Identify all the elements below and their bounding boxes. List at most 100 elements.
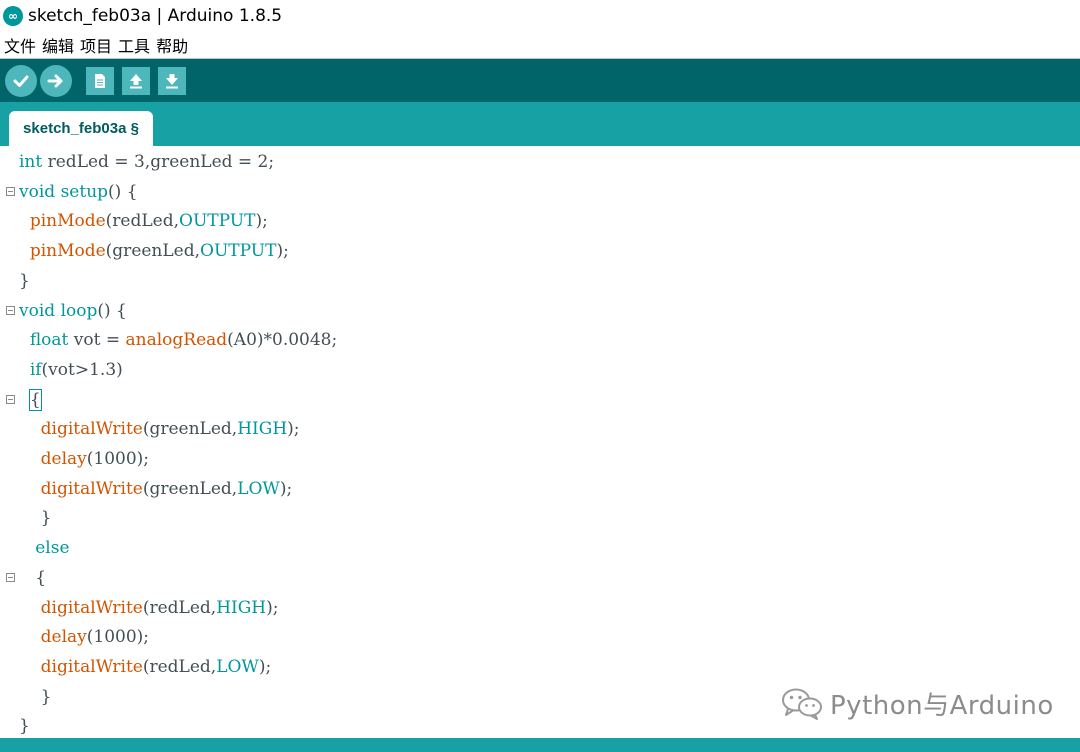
watermark-text: Python与Arduino — [830, 690, 1054, 721]
arduino-logo-icon: ∞ — [3, 6, 23, 26]
menu-sketch[interactable]: 项目 — [80, 33, 112, 57]
code-line[interactable]: float vot = analogRead(A0)*0.0048; — [0, 325, 1080, 355]
code-token: HIGH — [237, 419, 288, 439]
code-token: digitalWrite — [40, 598, 143, 618]
code-text: void loop() { — [19, 296, 127, 326]
code-text: pinMode(greenLed,OUTPUT); — [19, 236, 289, 266]
code-token: () { — [108, 182, 138, 202]
code-token: (greenLed, — [142, 479, 238, 499]
code-token: LOW — [216, 657, 259, 677]
new-icon — [95, 74, 105, 88]
menu-help[interactable]: 帮助 — [156, 33, 188, 57]
code-token: analogRead — [125, 330, 228, 350]
code-token: } — [19, 716, 30, 736]
fold-toggle-icon[interactable] — [6, 306, 15, 315]
code-token: digitalWrite — [40, 657, 143, 677]
menu-file[interactable]: 文件 — [4, 33, 36, 57]
code-line[interactable]: digitalWrite(redLed,HIGH); — [0, 593, 1080, 623]
menu-edit[interactable]: 编辑 — [42, 33, 74, 57]
code-line[interactable]: int redLed = 3,greenLed = 2; — [0, 147, 1080, 177]
code-line[interactable]: { — [0, 385, 1080, 415]
code-line[interactable]: if(vot>1.3) — [0, 355, 1080, 385]
code-token: loop — [60, 301, 98, 321]
code-line[interactable]: delay(1000); — [0, 444, 1080, 474]
fold-toggle-icon[interactable] — [6, 187, 15, 196]
code-token: ); — [258, 657, 272, 677]
code-token: OUTPUT — [200, 241, 277, 261]
code-token: (1000); — [86, 449, 150, 469]
code-editor[interactable]: int redLed = 3,greenLed = 2; void setup()… — [0, 146, 1080, 736]
code-token: void — [19, 301, 56, 321]
verify-icon — [13, 75, 29, 87]
new-button[interactable] — [86, 67, 114, 95]
upload-button[interactable] — [40, 65, 72, 97]
code-token: OUTPUT — [179, 211, 256, 231]
tab-strip: sketch_feb03a § — [0, 102, 1080, 146]
code-token: { — [19, 568, 47, 588]
code-token: else — [35, 538, 70, 558]
menu-bar: 文件 编辑 项目 工具 帮助 — [0, 32, 1080, 57]
watermark: Python与Arduino — [780, 686, 1054, 721]
code-line[interactable]: } — [0, 266, 1080, 296]
code-line[interactable]: delay(1000); — [0, 622, 1080, 652]
code-token: setup — [60, 182, 109, 202]
code-token: ); — [276, 241, 289, 261]
code-line[interactable]: { — [0, 563, 1080, 593]
code-token: ); — [279, 479, 293, 499]
code-token: redLed = 3,greenLed = 2; — [42, 152, 275, 172]
fold-toggle-icon[interactable] — [6, 573, 15, 582]
code-line[interactable]: pinMode(redLed,OUTPUT); — [0, 206, 1080, 236]
open-button[interactable] — [122, 67, 150, 95]
menu-tools[interactable]: 工具 — [118, 33, 150, 57]
code-token: } — [19, 687, 52, 707]
code-text: float vot = analogRead(A0)*0.0048; — [19, 325, 337, 355]
code-token: float — [29, 330, 69, 350]
code-line[interactable]: void loop() { — [0, 296, 1080, 326]
code-token: (redLed, — [142, 598, 217, 618]
bottom-status-strip — [0, 738, 1080, 752]
code-text: digitalWrite(redLed,LOW); — [19, 652, 272, 682]
code-line[interactable]: else — [0, 533, 1080, 563]
code-line[interactable]: digitalWrite(redLed,LOW); — [0, 652, 1080, 682]
code-line[interactable]: digitalWrite(greenLed,HIGH); — [0, 414, 1080, 444]
code-token: (greenLed, — [105, 241, 201, 261]
code-token: } — [19, 271, 30, 291]
window-title: sketch_feb03a | Arduino 1.8.5 — [28, 6, 283, 26]
code-line[interactable]: pinMode(greenLed,OUTPUT); — [0, 236, 1080, 266]
toolbar — [0, 58, 1080, 103]
upload-icon — [47, 74, 63, 88]
code-token: } — [19, 508, 52, 528]
code-text: digitalWrite(greenLed,LOW); — [19, 474, 293, 504]
code-token: int — [19, 152, 43, 172]
tab-sketch[interactable]: sketch_feb03a § — [9, 111, 153, 146]
verify-button[interactable] — [5, 65, 37, 97]
code-token: HIGH — [216, 598, 267, 618]
code-line[interactable]: } — [0, 503, 1080, 533]
code-token: (A0)*0.0048; — [227, 330, 338, 350]
code-text: { — [19, 563, 46, 593]
code-token: vot = — [68, 330, 126, 350]
code-token: (vot>1.3) — [41, 360, 123, 380]
code-token: delay — [40, 449, 87, 469]
code-token: void — [19, 182, 56, 202]
code-token: () { — [97, 301, 127, 321]
fold-toggle-icon[interactable] — [6, 395, 15, 404]
code-token: LOW — [237, 479, 280, 499]
code-token: (1000); — [86, 627, 150, 647]
save-button[interactable] — [158, 67, 186, 95]
title-bar: ∞ sketch_feb03a | Arduino 1.8.5 — [0, 0, 1080, 32]
code-line[interactable]: digitalWrite(greenLed,LOW); — [0, 474, 1080, 504]
save-icon — [166, 74, 178, 89]
code-line[interactable]: void setup() { — [0, 177, 1080, 207]
code-text: void setup() { — [19, 177, 138, 207]
